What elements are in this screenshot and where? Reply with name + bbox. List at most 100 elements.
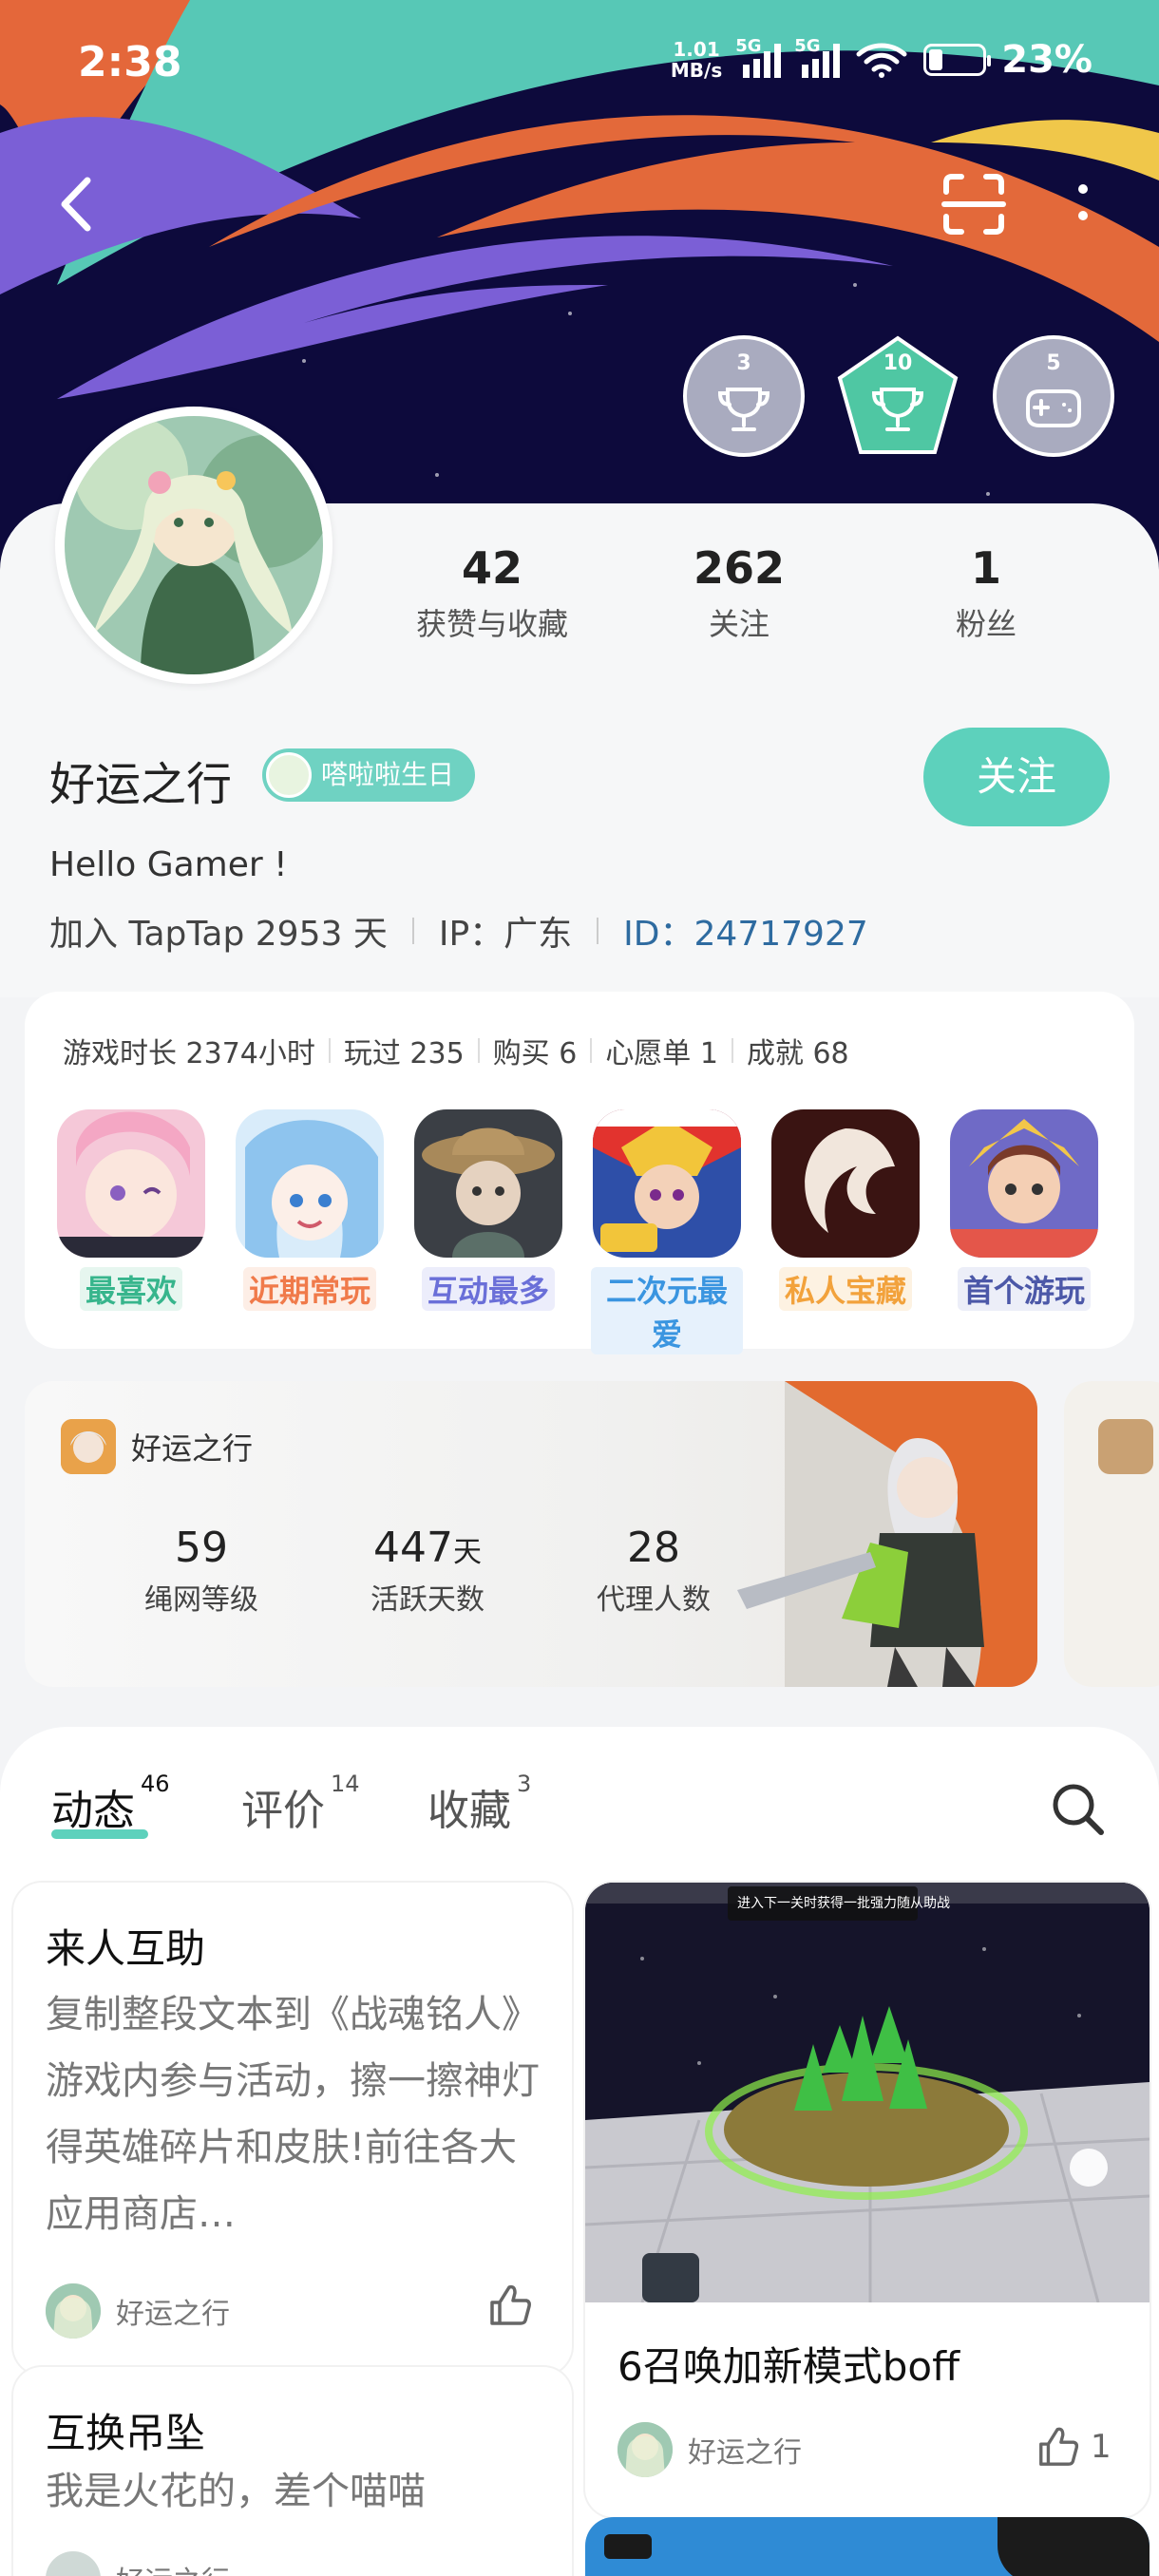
post-title: 来人互助 [46, 1925, 206, 1972]
like-count: 1 [1091, 2428, 1112, 2466]
stat-followers-value: 1 [970, 542, 1001, 594]
rank-card-next-avatar [1098, 1419, 1153, 1474]
post-body: 复制整段文本到《战魂铭人》游戏内参与活动，擦一擦神灯得英雄碎片和皮肤!前往各大应… [46, 1993, 540, 2236]
rank-stat-days-value: 447 [373, 1524, 453, 1572]
game-recent-label: 近期常玩 [242, 1267, 376, 1311]
post-title: 6召唤加新模式boff [618, 2343, 960, 2390]
join-days: 加入 TapTap 2953 天 [49, 915, 388, 954]
post-card[interactable]: 进入下一关时获得一批强力随从助战 6召唤加新模式boff 好运之行 1 [585, 1883, 1150, 2517]
rank-stat-agents-value: 28 [627, 1524, 680, 1572]
tab-favorites[interactable]: 收藏3 [428, 1771, 531, 1837]
post-card[interactable]: 来人互助 复制整段文本到《战魂铭人》游戏内参与活动，擦一擦神灯得英雄碎片和皮肤!… [13, 1883, 572, 2375]
achievement-badge-count: 3 [736, 351, 751, 375]
user-id[interactable]: ID：24717927 [623, 906, 868, 956]
stat-likes-label: 获赞与收藏 [415, 606, 568, 642]
achievement-badge-count: 10 [883, 351, 913, 375]
summary-playtime: 游戏时长 2374小时 [63, 1037, 315, 1070]
rank-stat-days: 447天 活跃天数 [323, 1524, 532, 1618]
rank-stat-level: 59 绳网等级 [97, 1524, 306, 1618]
achievement-badge[interactable]: 10 [836, 334, 960, 458]
game-first-label: 首个游玩 [957, 1267, 1091, 1311]
signal-type-2: 5G [794, 36, 821, 56]
rank-stat-agents: 28 代理人数 [549, 1524, 758, 1618]
like-icon[interactable] [486, 2282, 534, 2329]
profile-tag-label: 嗒啦啦生日 [321, 759, 455, 790]
tab-favorites-label: 收藏 [428, 1787, 511, 1835]
more-icon[interactable] [1064, 176, 1102, 233]
achievement-badge[interactable]: 3 [682, 334, 806, 458]
screenshot-caption: 进入下一关时获得一批强力随从助战 [737, 1895, 950, 1911]
game-icon [950, 1109, 1098, 1258]
tab-active-indicator [51, 1829, 148, 1839]
game-interaction-label: 互动最多 [421, 1267, 555, 1311]
post-author-name: 好运之行 [116, 2558, 230, 2576]
rank-card-character [737, 1381, 1037, 1687]
tab-activity-count: 46 [141, 1771, 170, 1797]
stat-likes[interactable]: 42 获赞与收藏 [369, 541, 616, 644]
game-icon [414, 1109, 562, 1258]
author-avatar [46, 2283, 101, 2339]
game-icon [771, 1109, 920, 1258]
username: 好运之行 [49, 758, 233, 811]
post-card-next-banner [998, 2517, 1150, 2576]
tab-favorites-count: 3 [517, 1771, 532, 1797]
game-interaction[interactable]: 互动最多 [412, 1109, 564, 1311]
game-screenshot: 进入下一关时获得一批强力随从助战 [585, 1883, 1150, 2302]
bio: Hello Gamer ! [49, 845, 288, 884]
rank-stat-level-label: 绳网等级 [144, 1583, 258, 1617]
rank-card-user: 好运之行 [61, 1419, 253, 1474]
status-time: 2:38 [78, 38, 182, 86]
network-speed: 1.01 MB/s [671, 39, 722, 81]
stat-following-value: 262 [693, 542, 786, 594]
stat-following[interactable]: 262 关注 [616, 541, 863, 644]
post-author[interactable]: 好运之行 [46, 2551, 230, 2576]
back-icon[interactable] [53, 171, 101, 237]
stat-followers[interactable]: 1 粉丝 [863, 541, 1110, 644]
user-id-label: ID： [623, 915, 694, 954]
game-favorite-label: 最喜欢 [79, 1267, 182, 1311]
post-author[interactable]: 好运之行 [46, 2283, 230, 2339]
rank-stat-agents-label: 代理人数 [597, 1583, 711, 1617]
avatar[interactable] [55, 407, 332, 684]
post-card[interactable]: 互换吊坠 我是火花的，差个喵喵 好运之行 [13, 2367, 572, 2576]
rank-card-avatar [61, 1419, 116, 1474]
stat-following-label: 关注 [708, 606, 770, 642]
tab-reviews-label: 评价 [241, 1787, 325, 1835]
user-id-value: 24717927 [694, 915, 868, 954]
signal-icon-2: 5G [794, 36, 841, 78]
post-screenshot: 进入下一关时获得一批强力随从助战 [585, 1883, 1150, 2302]
game-favorite[interactable]: 最喜欢 [55, 1109, 207, 1311]
avatar-image [65, 416, 323, 674]
summary-achievements: 成就 68 [746, 1037, 849, 1070]
game-recent[interactable]: 近期常玩 [234, 1109, 386, 1311]
game-icon [236, 1109, 384, 1258]
signal-icon: 5G [735, 36, 782, 78]
tab-activity[interactable]: 动态46 [51, 1771, 170, 1837]
achievement-badge-count: 5 [1046, 351, 1061, 375]
game-first[interactable]: 首个游玩 [948, 1109, 1100, 1311]
game-treasure[interactable]: 私人宝藏 [770, 1109, 922, 1311]
scan-icon[interactable] [940, 171, 1007, 237]
post-author-name: 好运之行 [116, 2298, 230, 2331]
profile-meta: 加入 TapTap 2953 天 IP：广东 ID：24717927 [49, 906, 868, 956]
follow-button[interactable]: 关注 [923, 728, 1110, 826]
game-stats-card[interactable]: 游戏时长 2374小时 玩过 235 购买 6 心愿单 1 成就 68 最喜欢 … [25, 992, 1134, 1354]
rank-stat-days-unit: 天 [452, 1536, 482, 1569]
achievement-badge[interactable]: 5 [992, 334, 1115, 458]
game-rank-card-next[interactable] [1064, 1381, 1159, 1687]
network-speed-unit: MB/s [670, 59, 723, 82]
search-icon[interactable] [1049, 1780, 1106, 1837]
rank-card-username: 好运之行 [131, 1430, 254, 1467]
game-rank-card[interactable]: 好运之行 59 绳网等级 447天 活跃天数 28 代理人数 [25, 1381, 1037, 1687]
post-author[interactable]: 好运之行 [618, 2422, 802, 2477]
post-card-next[interactable] [585, 2517, 1150, 2576]
game-anime[interactable]: 二次元最爱 [591, 1109, 743, 1354]
tab-reviews[interactable]: 评价14 [241, 1771, 360, 1837]
post-title: 互换吊坠 [46, 2410, 206, 2456]
summary-purchased: 购买 6 [492, 1037, 578, 1070]
profile-tag[interactable]: 嗒啦啦生日 [262, 748, 476, 802]
like-button[interactable]: 1 [1036, 2424, 1112, 2470]
network-speed-value: 1.01 [673, 38, 720, 61]
feed-section: 动态46 评价14 收藏3 来人互助 复制整段文本到《战魂铭人》游戏内参与活动，… [0, 1727, 1159, 2576]
like-icon [1039, 2427, 1079, 2466]
